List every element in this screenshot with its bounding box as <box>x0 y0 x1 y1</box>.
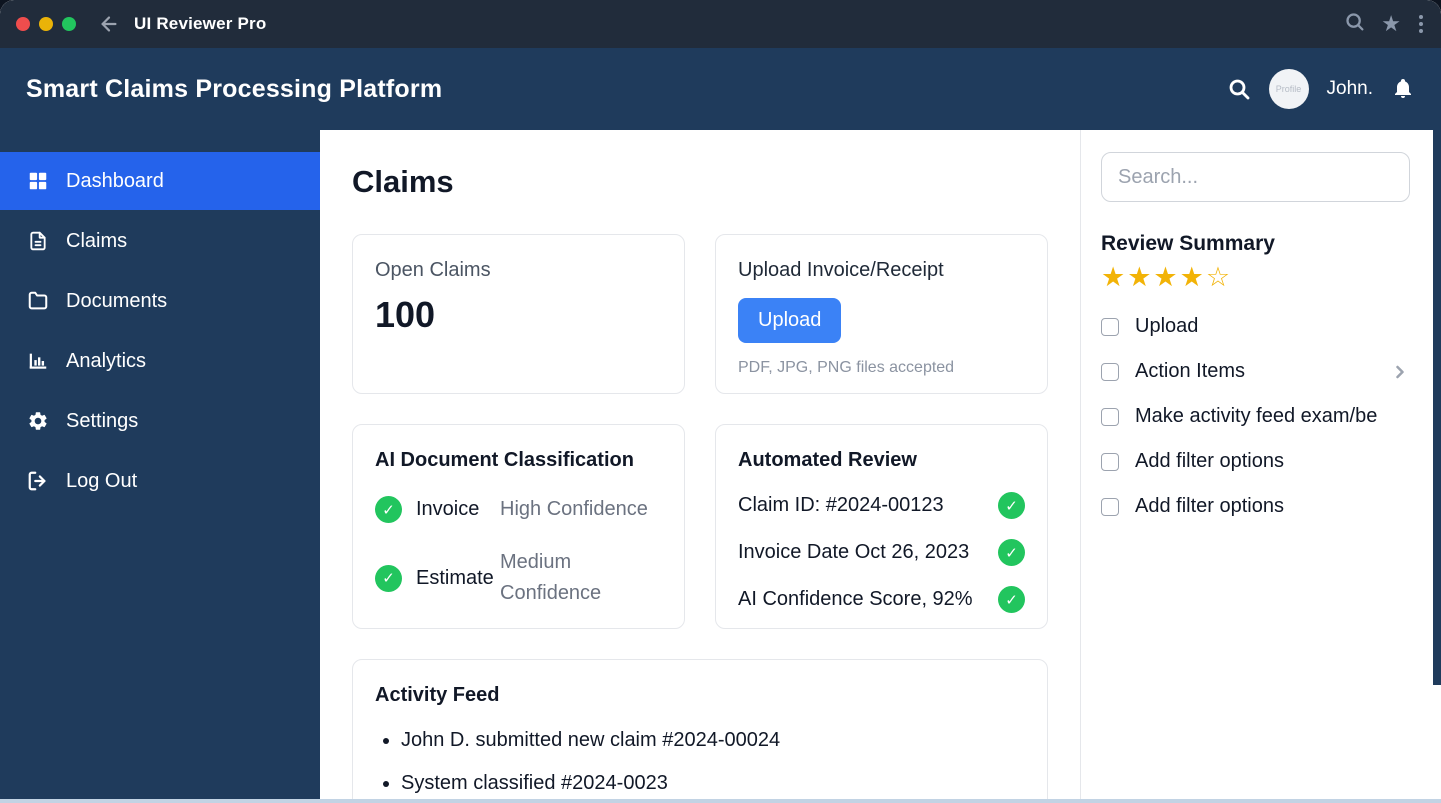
activity-item: John D. submitted new claim #2024-00024 <box>401 729 1025 752</box>
minimize-window-icon[interactable] <box>39 17 53 31</box>
review-row-text: Claim ID: #2024-00123 <box>738 494 944 517</box>
window-bottom-edge <box>0 799 1441 803</box>
checklist-item-upload[interactable]: Upload <box>1101 315 1410 338</box>
checkbox-icon[interactable] <box>1101 498 1119 516</box>
claims-file-icon <box>26 230 50 252</box>
review-summary-title: Review Summary <box>1101 232 1410 256</box>
sidebar-item-settings[interactable]: Settings <box>0 392 320 450</box>
topbar-search-icon[interactable] <box>1344 11 1365 37</box>
rating-stars[interactable]: ★★★★☆ <box>1101 264 1410 291</box>
logout-icon <box>26 470 50 492</box>
checklist-label: Make activity feed exam/be <box>1135 405 1377 428</box>
sidebar-item-label: Claims <box>66 230 127 253</box>
sidebar-item-label: Analytics <box>66 350 146 373</box>
sidebar-item-logout[interactable]: Log Out <box>0 452 320 510</box>
header-search-icon[interactable] <box>1227 77 1251 101</box>
sidebar-item-label: Log Out <box>66 470 137 493</box>
checkbox-icon[interactable] <box>1101 408 1119 426</box>
activity-item: System classified #2024-0023 <box>401 772 1025 795</box>
maximize-window-icon[interactable] <box>62 17 76 31</box>
checklist-item-action-items[interactable]: Action Items <box>1101 360 1410 383</box>
avatar-label: Profile <box>1276 84 1302 94</box>
checklist-label: Action Items <box>1135 360 1245 383</box>
close-window-icon[interactable] <box>16 17 30 31</box>
more-options-icon[interactable] <box>1417 13 1425 35</box>
scrollbar[interactable] <box>1433 130 1441 685</box>
review-checklist: Upload Action Items Make activity feed e… <box>1101 315 1410 518</box>
upload-card: Upload Invoice/Receipt Upload PDF, JPG, … <box>715 234 1048 394</box>
automated-review-title: Automated Review <box>738 449 1025 472</box>
automated-review-card: Automated Review Claim ID: #2024-00123 ✓… <box>715 424 1048 629</box>
confidence-label: Medium Confidence <box>500 547 662 609</box>
notifications-bell-icon[interactable] <box>1391 77 1415 101</box>
upload-hint: PDF, JPG, PNG files accepted <box>738 359 1025 377</box>
window-controls[interactable] <box>16 17 76 31</box>
sidebar-item-analytics[interactable]: Analytics <box>0 332 320 390</box>
upload-card-title: Upload Invoice/Receipt <box>738 259 1025 282</box>
review-row-text: Invoice Date Oct 26, 2023 <box>738 541 969 564</box>
classification-row: ✓ Invoice High Confidence <box>375 494 662 525</box>
review-panel: Review Summary ★★★★☆ Upload Action Items… <box>1080 130 1432 803</box>
checkbox-icon[interactable] <box>1101 318 1119 336</box>
activity-feed-title: Activity Feed <box>375 684 1025 707</box>
back-arrow-icon[interactable] <box>98 13 120 35</box>
app-title: Smart Claims Processing Platform <box>26 75 442 104</box>
sidebar-item-label: Documents <box>66 290 167 313</box>
analytics-chart-icon <box>26 350 50 372</box>
app-header: Smart Claims Processing Platform Profile… <box>0 48 1441 130</box>
sidebar-nav: Dashboard Claims Documents Analytics Set… <box>0 130 320 803</box>
sidebar-item-label: Dashboard <box>66 170 164 193</box>
checklist-item-add-filter-1[interactable]: Add filter options <box>1101 450 1410 473</box>
main-content: Claims Open Claims 100 Upload Invoice/Re… <box>320 130 1080 803</box>
activity-list: John D. submitted new claim #2024-00024 … <box>375 729 1025 795</box>
search-input[interactable] <box>1101 152 1410 202</box>
activity-feed-card: Activity Feed John D. submitted new clai… <box>352 659 1048 803</box>
page-title: Claims <box>352 164 1048 200</box>
classification-card: AI Document Classification ✓ Invoice Hig… <box>352 424 685 629</box>
user-name: John. <box>1327 78 1373 100</box>
sidebar-item-claims[interactable]: Claims <box>0 212 320 270</box>
star-filled-icon: ★★★★ <box>1101 262 1206 292</box>
avatar[interactable]: Profile <box>1269 69 1309 109</box>
upload-button[interactable]: Upload <box>738 298 841 343</box>
open-claims-label: Open Claims <box>375 259 662 282</box>
classification-row: ✓ Estimate Medium Confidence <box>375 547 662 609</box>
classification-title: AI Document Classification <box>375 449 662 472</box>
review-row: AI Confidence Score, 92% ✓ <box>738 586 1025 613</box>
confidence-label: High Confidence <box>500 494 662 525</box>
bookmark-star-icon[interactable]: ★ <box>1381 13 1401 35</box>
documents-folder-icon <box>26 290 50 312</box>
check-circle-icon: ✓ <box>998 586 1025 613</box>
checklist-label: Add filter options <box>1135 495 1284 518</box>
sidebar-item-documents[interactable]: Documents <box>0 272 320 330</box>
checkbox-icon[interactable] <box>1101 363 1119 381</box>
window-title: UI Reviewer Pro <box>134 14 266 34</box>
star-empty-icon: ☆ <box>1206 262 1232 292</box>
check-circle-icon: ✓ <box>375 496 402 523</box>
chevron-right-icon[interactable] <box>1390 362 1410 382</box>
review-row: Invoice Date Oct 26, 2023 ✓ <box>738 539 1025 566</box>
review-row-text: AI Confidence Score, 92% <box>738 588 973 611</box>
review-row: Claim ID: #2024-00123 ✓ <box>738 492 1025 519</box>
check-circle-icon: ✓ <box>998 492 1025 519</box>
dashboard-grid-icon <box>26 170 50 192</box>
checkbox-icon[interactable] <box>1101 453 1119 471</box>
sidebar-item-dashboard[interactable]: Dashboard <box>0 152 320 210</box>
checklist-item-activity-feed[interactable]: Make activity feed exam/be <box>1101 405 1410 428</box>
open-claims-value: 100 <box>375 294 662 336</box>
check-circle-icon: ✓ <box>998 539 1025 566</box>
open-claims-card: Open Claims 100 <box>352 234 685 394</box>
checklist-item-add-filter-2[interactable]: Add filter options <box>1101 495 1410 518</box>
app-window: UI Reviewer Pro ★ Smart Claims Processin… <box>0 0 1441 803</box>
check-circle-icon: ✓ <box>375 565 402 592</box>
settings-gear-icon <box>26 410 50 432</box>
checklist-label: Upload <box>1135 315 1198 338</box>
classification-label: Estimate <box>416 567 494 590</box>
sidebar-item-label: Settings <box>66 410 138 433</box>
checklist-label: Add filter options <box>1135 450 1284 473</box>
classification-label: Invoice <box>416 498 479 521</box>
browser-topbar: UI Reviewer Pro ★ <box>0 0 1441 48</box>
